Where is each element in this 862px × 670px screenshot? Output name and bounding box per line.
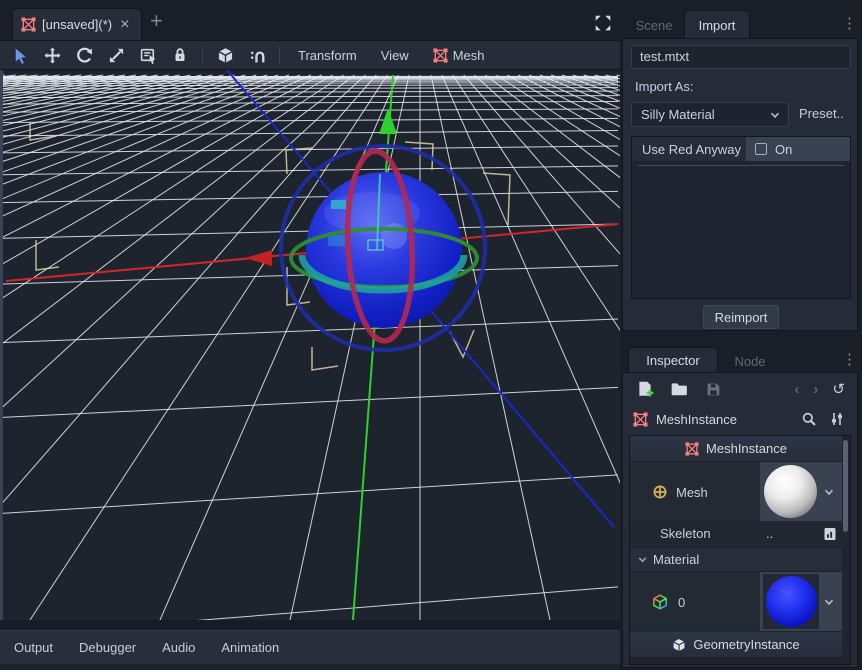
- category-geometry-instance[interactable]: GeometryInstance: [630, 632, 842, 658]
- mesh-property-label: Mesh: [676, 485, 708, 500]
- category-label: MeshInstance: [706, 441, 787, 456]
- chevron-down-icon: [636, 553, 649, 566]
- inspector-dock-panel: ‹ › ↺ MeshInstance MeshInstance Mesh: [622, 372, 858, 668]
- lock-icon[interactable]: [170, 45, 190, 65]
- mesh-menu-label: Mesh: [453, 48, 485, 63]
- snap-tool-icon[interactable]: [247, 45, 267, 65]
- toolbar-separator: [279, 46, 280, 64]
- tab-import[interactable]: Import: [684, 10, 750, 39]
- row-separator: [638, 165, 844, 166]
- viewport-3d[interactable]: [Perspective]: [0, 70, 620, 620]
- import-filename-field[interactable]: test.mtxt: [631, 45, 851, 69]
- dock-menu-icon[interactable]: ⋮: [842, 14, 857, 32]
- chevron-down-icon[interactable]: [822, 595, 836, 609]
- scene-tab-bar: [unsaved](*) × +: [0, 0, 620, 40]
- material-preview-sphere[interactable]: [766, 576, 817, 627]
- mesh-resource-icon: [652, 484, 668, 500]
- tab-node[interactable]: Node: [726, 349, 774, 373]
- import-option-row[interactable]: Use Red Anyway On: [632, 137, 850, 161]
- import-as-dropdown[interactable]: Silly Material: [631, 102, 789, 127]
- scrollbar-thumb[interactable]: [843, 440, 848, 532]
- skeleton-property-row[interactable]: Skeleton ..: [630, 521, 842, 547]
- tab-inspector[interactable]: Inspector: [628, 347, 718, 373]
- edited-object-name: MeshInstance: [656, 412, 791, 427]
- inspector-scrollbar[interactable]: [842, 437, 849, 663]
- window-footer: [0, 664, 620, 670]
- bottom-tab-debugger[interactable]: Debugger: [79, 640, 136, 655]
- mesh-property-row[interactable]: Mesh: [630, 462, 842, 521]
- viewport-render: [0, 70, 620, 620]
- category-label: GeometryInstance: [693, 637, 799, 652]
- material-slot-label: 0: [678, 595, 685, 610]
- preset-button[interactable]: Preset..: [799, 106, 844, 121]
- bottom-tab-output[interactable]: Output: [14, 640, 53, 655]
- mesh-preview-sphere[interactable]: [764, 465, 817, 518]
- skeleton-property-label: Skeleton: [660, 526, 711, 541]
- mesh-node-icon: [685, 442, 699, 456]
- import-option-value: On: [775, 142, 792, 157]
- new-scene-tab-button[interactable]: +: [150, 10, 163, 32]
- perspective-label[interactable]: [Perspective]: [12, 76, 87, 91]
- scene-tab-label: [unsaved](*): [42, 17, 112, 32]
- import-option-value-cell[interactable]: On: [746, 137, 850, 161]
- object-history-icon[interactable]: ↺: [832, 380, 845, 398]
- expand-viewport-icon[interactable]: [594, 14, 614, 34]
- geometry-cube-icon: [672, 638, 686, 652]
- history-back-icon[interactable]: ‹: [794, 381, 799, 398]
- view-menu[interactable]: View: [375, 48, 415, 63]
- close-tab-icon[interactable]: ×: [120, 17, 129, 33]
- import-option-label: Use Red Anyway: [632, 142, 746, 157]
- material-section-header[interactable]: Material: [630, 548, 842, 572]
- material-section-label: Material: [653, 552, 699, 567]
- chevron-down-icon[interactable]: [822, 485, 836, 499]
- new-resource-icon[interactable]: [635, 379, 655, 399]
- group-selected-icon[interactable]: [215, 45, 235, 65]
- node-path-assign-icon[interactable]: [822, 526, 838, 542]
- rotate-tool-button[interactable]: [74, 45, 94, 65]
- bottom-panel-bar: Output Debugger Audio Animation: [0, 630, 620, 664]
- import-as-value: Silly Material: [641, 107, 715, 122]
- toolbar-separator: [202, 46, 203, 64]
- select-tool-button[interactable]: [10, 45, 30, 65]
- search-icon[interactable]: [799, 409, 819, 429]
- bottom-tab-audio[interactable]: Audio: [162, 640, 195, 655]
- editor-right-column: Scene Import ⋮ test.mtxt Import As: Sill…: [622, 0, 862, 670]
- scene-tab-unsaved[interactable]: [unsaved](*) ×: [12, 8, 142, 40]
- edited-object-row: MeshInstance: [623, 405, 857, 433]
- import-options-tree: Use Red Anyway On: [631, 136, 851, 299]
- mesh-node-icon: [633, 412, 648, 427]
- mesh-node-icon: [21, 17, 36, 32]
- mesh-menu[interactable]: Mesh: [427, 48, 491, 63]
- spatial-toolbar: Transform View Mesh: [0, 40, 620, 70]
- mesh-menu-icon: [433, 48, 448, 63]
- selected-sphere-mesh[interactable]: [306, 172, 462, 328]
- material-value-cell[interactable]: [760, 572, 842, 631]
- tab-scene[interactable]: Scene: [630, 12, 678, 38]
- history-forward-icon[interactable]: ›: [813, 381, 818, 398]
- import-dock-tabbar: Scene Import ⋮: [622, 8, 862, 40]
- dock-menu-icon[interactable]: ⋮: [842, 350, 857, 368]
- import-dock-panel: test.mtxt Import As: Silly Material Pres…: [622, 38, 858, 331]
- skeleton-value[interactable]: ..: [766, 526, 773, 541]
- inspector-property-tree: MeshInstance Mesh Skeleton .. Material: [629, 435, 851, 665]
- chevron-down-icon: [768, 108, 782, 122]
- tune-properties-icon[interactable]: [827, 409, 847, 429]
- bottom-tab-animation[interactable]: Animation: [221, 640, 279, 655]
- panel-divider: [0, 620, 620, 630]
- transform-menu[interactable]: Transform: [292, 48, 363, 63]
- reimport-button[interactable]: Reimport: [703, 305, 779, 329]
- checkbox-icon[interactable]: [755, 143, 767, 155]
- move-tool-button[interactable]: [42, 45, 62, 65]
- scale-tool-button[interactable]: [106, 45, 126, 65]
- import-as-label: Import As:: [635, 79, 694, 94]
- inspector-toolbar: ‹ › ↺: [623, 375, 857, 403]
- material-resource-icon: [652, 594, 668, 610]
- save-resource-icon[interactable]: [703, 379, 723, 399]
- material-slot-row[interactable]: 0: [630, 572, 842, 631]
- load-resource-folder-icon[interactable]: [669, 379, 689, 399]
- list-select-tool-button[interactable]: [138, 45, 158, 65]
- mesh-value-cell[interactable]: [760, 462, 842, 521]
- category-mesh-instance[interactable]: MeshInstance: [630, 436, 842, 462]
- editor-left-column: [unsaved](*) × + Transform View Mesh: [0, 0, 620, 670]
